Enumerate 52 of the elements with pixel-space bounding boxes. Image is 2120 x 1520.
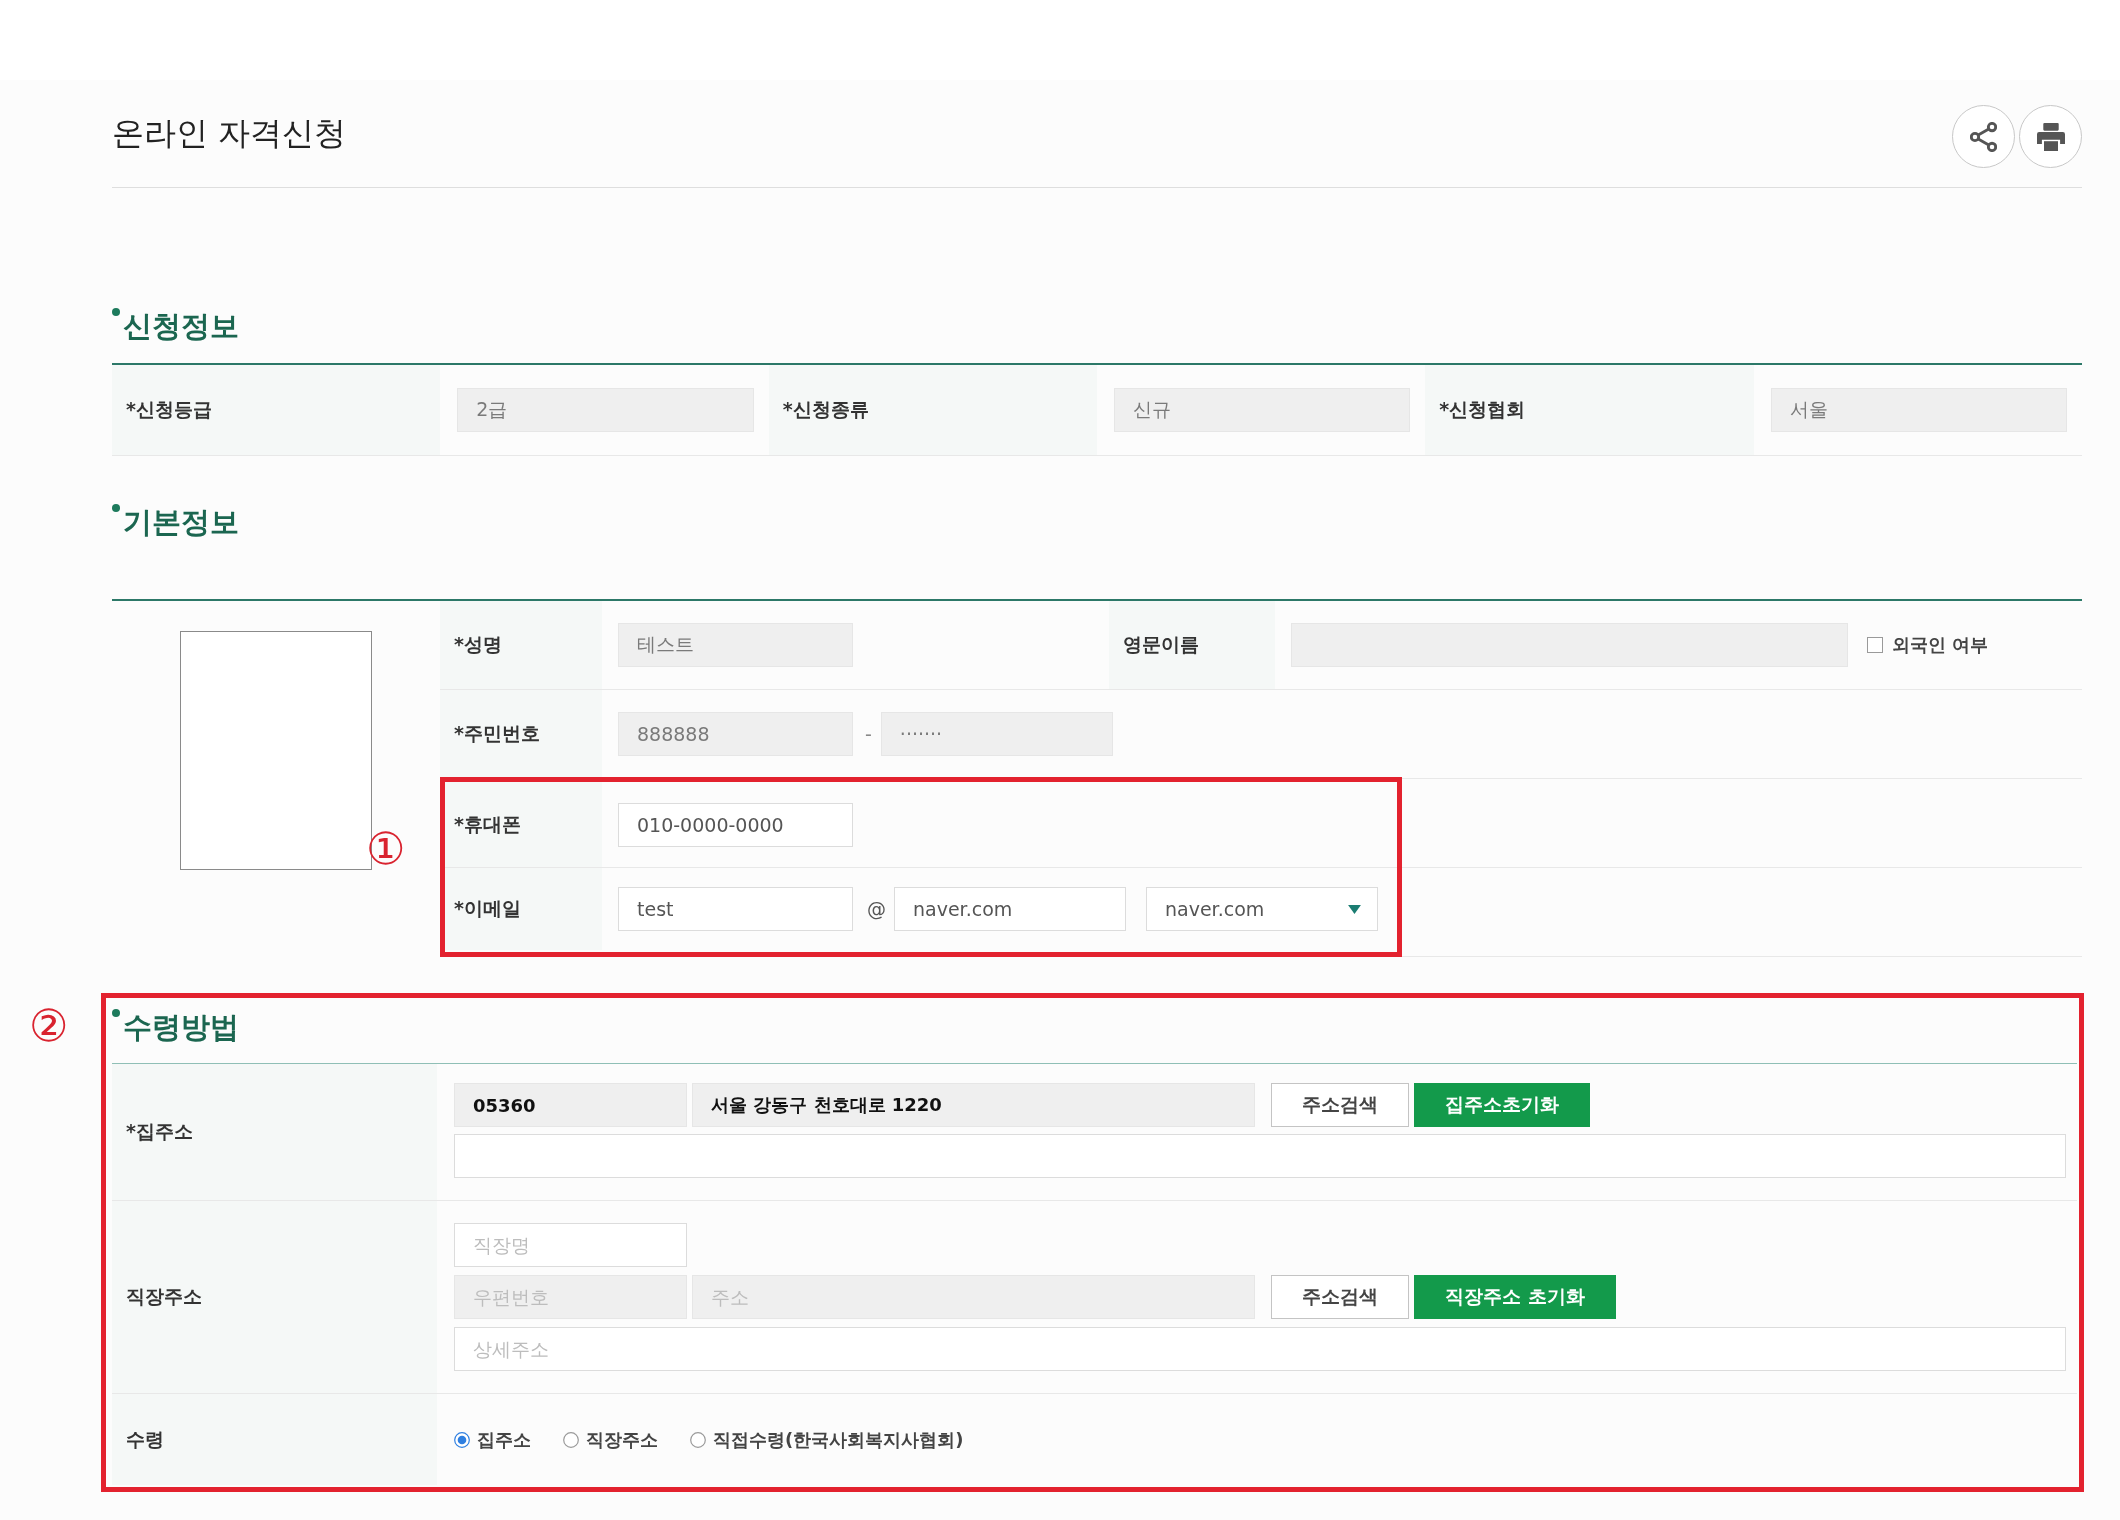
section-heading: 기본정보 xyxy=(123,504,239,541)
bullet-icon xyxy=(112,1009,120,1017)
annotation-number: ① xyxy=(366,825,406,873)
text-field[interactable]: 888888 xyxy=(618,712,853,756)
address-search-button[interactable]: 주소검색 xyxy=(1271,1275,1409,1319)
section-heading: 신청정보 xyxy=(123,308,239,345)
share-icon xyxy=(1970,121,1997,152)
field-label: 수령 xyxy=(112,1394,437,1485)
text-field[interactable]: 010-0000-0000 xyxy=(618,802,853,847)
field-label: *휴대폰 xyxy=(445,782,602,867)
address-field[interactable]: 서울 강동구 천호대로 1220 xyxy=(692,1083,1255,1127)
text-field[interactable]: ······· xyxy=(880,712,1113,756)
checkbox[interactable] xyxy=(1867,637,1883,653)
text-field[interactable]: 서울 xyxy=(1770,388,2067,432)
text-field[interactable]: test xyxy=(618,887,853,931)
workplace-field[interactable]: 직장명 xyxy=(454,1223,687,1267)
text-field[interactable]: naver.com xyxy=(894,887,1126,931)
page-title: 온라인 자격신청 xyxy=(112,112,347,154)
radio-label[interactable]: 직접수령(한국사회복지사협회) xyxy=(713,1427,964,1452)
reset-button[interactable]: 직장주소 초기화 xyxy=(1414,1275,1616,1319)
address-search-button[interactable]: 주소검색 xyxy=(1271,1083,1409,1127)
detail-address-field[interactable] xyxy=(454,1134,2066,1178)
zip-code-field[interactable]: 05360 xyxy=(454,1083,687,1127)
checkbox-label[interactable]: 외국인 여부 xyxy=(1892,633,1989,657)
hyphen-text: - xyxy=(865,723,872,745)
field-label: 영문이름 xyxy=(1109,601,1275,689)
field-label: *신청등급 xyxy=(112,365,441,455)
text-field[interactable]: 2급 xyxy=(457,388,754,432)
annotation-number: ② xyxy=(29,1002,69,1050)
bullet-icon xyxy=(112,308,120,316)
field-label: *신청종류 xyxy=(768,365,1097,455)
reset-button[interactable]: 집주소초기화 xyxy=(1414,1083,1590,1127)
domain-select[interactable]: naver.com xyxy=(1146,887,1378,931)
section-heading: 수령방법 xyxy=(123,1009,239,1046)
bullet-icon xyxy=(112,504,120,512)
caret-icon xyxy=(1348,904,1361,914)
field-label: *주민번호 xyxy=(440,690,602,778)
at-sign-text: @ xyxy=(867,898,886,920)
field-label: *집주소 xyxy=(112,1064,437,1200)
text-field[interactable]: 테스트 xyxy=(618,623,853,667)
text-field[interactable]: 신규 xyxy=(1114,388,1411,432)
radio-button[interactable] xyxy=(454,1431,470,1448)
print-icon xyxy=(2036,122,2065,151)
radio-button[interactable] xyxy=(563,1431,579,1448)
field-label: 직장주소 xyxy=(112,1201,437,1393)
field-label: *성명 xyxy=(440,601,602,689)
field-label: *신청협회 xyxy=(1425,365,1754,455)
radio-label[interactable]: 직장주소 xyxy=(586,1427,658,1452)
field-label: *이메일 xyxy=(445,868,602,950)
detail-address-field[interactable]: 상세주소 xyxy=(454,1327,2066,1371)
radio-button[interactable] xyxy=(690,1431,706,1448)
radio-label[interactable]: 집주소 xyxy=(477,1427,531,1452)
